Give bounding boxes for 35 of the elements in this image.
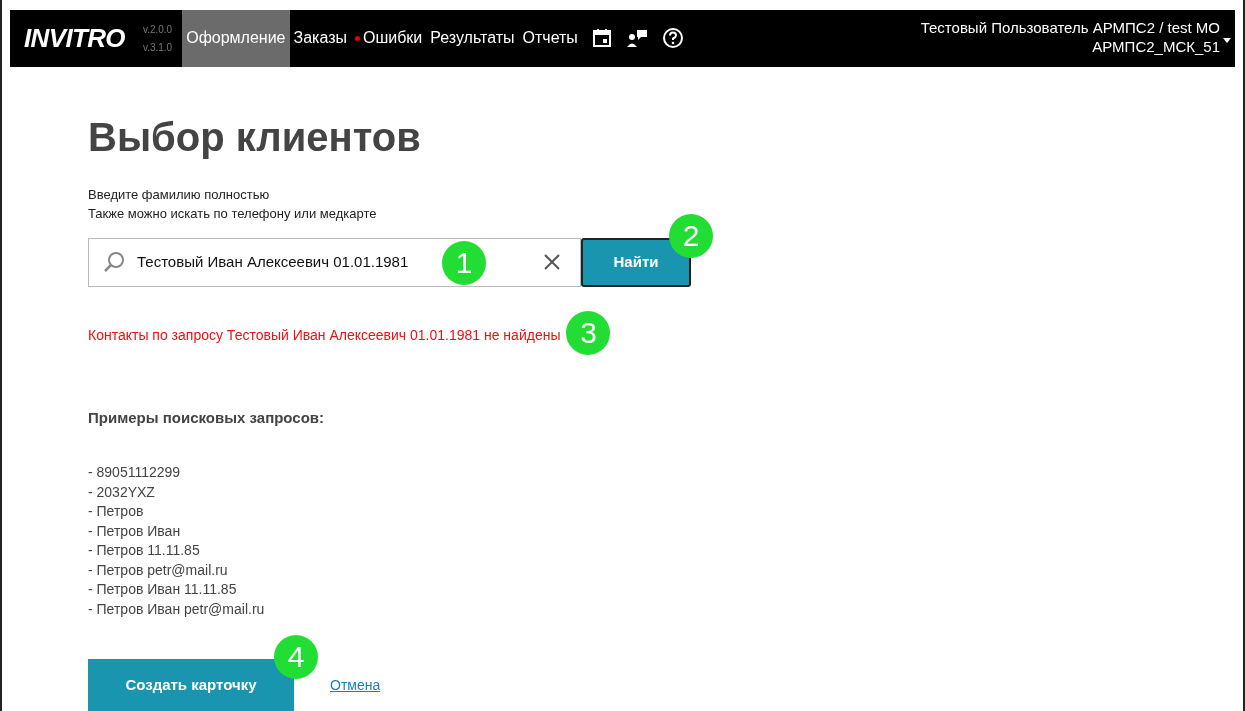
nav-tab[interactable]: Отчеты (518, 10, 582, 67)
search-field[interactable]: Тестовый Иван Алексеевич 01.01.1981 1 (88, 237, 581, 287)
error-message: Контакты по запросу Тестовый Иван Алексеевич 01.01.1981 не найдены (88, 326, 561, 343)
step-marker: 2 (669, 213, 713, 258)
example-query: - Петров (88, 502, 145, 521)
example-query: - Петров Иван petr@mail.ru (88, 599, 266, 619)
user-name[interactable]: Тестовый Пользователь АРМПС2 / test МО (920, 18, 1220, 37)
step-marker: 3 (566, 310, 611, 355)
step-marker: 4 (274, 635, 318, 679)
example-query: - Петров petr@mail.ru (88, 560, 229, 580)
hint-text: Введите фамилию полностью (88, 185, 271, 204)
calendar-icon[interactable] (591, 28, 612, 49)
user-chat-icon[interactable] (625, 28, 648, 49)
example-query: - Петров Иван 11.11.85 (88, 580, 238, 599)
nav-tab[interactable]: Оформление (182, 10, 290, 67)
example-query: - Петров 11.11.85 (88, 541, 201, 560)
hint-text: Также можно искать по телефону или медкарте (88, 204, 378, 223)
cancel-link[interactable]: Отмена (330, 674, 381, 696)
page-title: Выбор клиентов (88, 116, 422, 157)
example-query: - 2032YXZ (88, 482, 156, 502)
version-label: v.2.0.0 (142, 22, 173, 37)
caret-icon[interactable] (1223, 38, 1231, 43)
search-icon (103, 251, 125, 273)
version-label: v.3.1.0 (142, 40, 173, 55)
nav-tab[interactable]: Заказы (289, 10, 351, 67)
help-icon[interactable] (661, 27, 684, 50)
examples-heading: Примеры поисковых запросов: (88, 407, 326, 428)
example-query: - Петров Иван (88, 521, 182, 541)
nav-tab[interactable]: Результаты (426, 10, 519, 67)
nav-tab[interactable]: Ошибки (350, 10, 427, 67)
clear-icon[interactable] (544, 254, 560, 270)
example-query: - 89051112299 (88, 463, 182, 482)
logo: INVITRO (24, 21, 125, 55)
step-marker: 1 (442, 240, 486, 285)
user-name[interactable]: АРМПС2_МСК_51 (1092, 37, 1220, 56)
